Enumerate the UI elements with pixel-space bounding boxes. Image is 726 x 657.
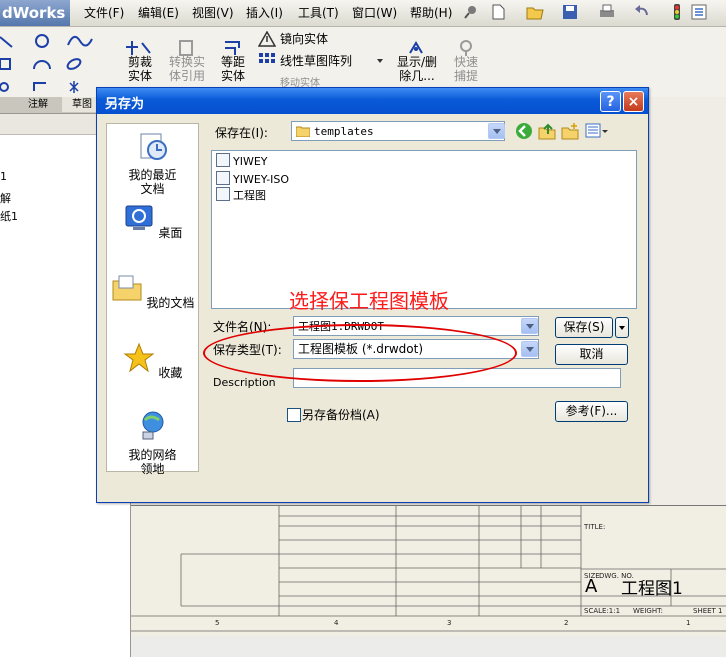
new-folder-icon[interactable] <box>561 122 579 140</box>
menu-view[interactable]: 视图(V) <box>192 4 234 22</box>
close-button[interactable]: × <box>623 91 644 112</box>
cancel-button[interactable]: 取消 <box>555 344 628 365</box>
dialog-title: 另存为 <box>105 97 145 112</box>
mirror-entities-icon[interactable] <box>258 31 276 47</box>
tab-annotate[interactable]: 注解 <box>18 97 58 112</box>
linear-pattern-icon[interactable] <box>258 52 276 68</box>
undo-icon[interactable] <box>633 3 651 21</box>
menu-edit[interactable]: 编辑(E) <box>138 4 179 22</box>
list-item[interactable]: YIWEY-ISO <box>216 171 289 187</box>
sheet-name: 工程图1 <box>621 579 683 599</box>
zone-number: 2 <box>564 619 569 627</box>
network-places-icon <box>142 411 163 440</box>
menu-insert[interactable]: 插入(I) <box>246 4 283 22</box>
place-my-documents[interactable]: 我的文档 <box>107 272 198 310</box>
filename-dropdown-icon[interactable] <box>521 318 538 334</box>
places-bar: 我的最近文档 桌面 我的文档 收藏 我的网络领地 <box>106 123 199 476</box>
zone-number: 1 <box>686 619 691 627</box>
drawing-sheet: TITLE: SIZE DWG. NO. A 工程图1 SCALE:1:1 WE… <box>131 505 726 636</box>
quick-snap-button[interactable]: 快速捕提 <box>444 55 488 83</box>
folder-icon <box>295 126 311 138</box>
description-label: Description <box>213 376 276 389</box>
title-block-grid-icon <box>131 506 726 632</box>
save-options-button[interactable] <box>615 317 629 338</box>
drawing-template-file-icon <box>216 153 230 167</box>
sheet-number-label: SHEET 1 <box>693 607 723 615</box>
my-documents-icon <box>112 275 142 301</box>
annotation-text: 选择保工程图模板 <box>289 289 449 313</box>
pushpin-icon[interactable] <box>462 3 480 21</box>
dialog-title-bar[interactable]: 另存为 ? × <box>97 88 648 114</box>
save-options-dropdown-icon <box>619 326 625 330</box>
linear-pattern-button[interactable]: 线性草图阵列 <box>280 54 352 68</box>
filetype-dropdown-icon[interactable] <box>521 341 538 357</box>
desktop-icon <box>125 205 153 230</box>
drawing-template-file-icon <box>216 187 230 201</box>
convert-entities-button[interactable]: 转换实体引用 <box>167 55 207 83</box>
menu-tools[interactable]: 工具(T) <box>298 4 339 22</box>
save-in-dropdown-icon[interactable] <box>488 123 505 139</box>
place-desktop[interactable]: 桌面 <box>107 202 198 240</box>
tree-item[interactable]: 1 <box>0 170 7 183</box>
display-delete-relations-button[interactable]: 显示/删除几... <box>395 55 439 83</box>
annotation-highlight-ellipse <box>203 324 517 382</box>
favorites-star-icon <box>123 342 155 373</box>
app-logo: dWorks <box>0 0 70 26</box>
trim-entities-button[interactable]: 剪裁实体 <box>120 55 160 83</box>
place-network[interactable]: 我的网络领地 <box>107 410 198 476</box>
references-button[interactable]: 参考(F)... <box>555 401 628 422</box>
tree-item[interactable]: 纸1 <box>0 208 18 224</box>
tree-item[interactable]: 解 <box>0 190 11 206</box>
back-icon[interactable] <box>515 122 533 140</box>
help-button[interactable]: ? <box>600 91 621 112</box>
save-in-dropdown[interactable]: templates <box>291 121 505 141</box>
new-document-icon[interactable] <box>489 3 507 21</box>
weight-label: WEIGHT: <box>633 607 663 615</box>
list-item[interactable]: YIWEY <box>216 153 268 169</box>
menu-window[interactable]: 窗口(W) <box>352 4 397 22</box>
save-icon[interactable] <box>561 3 579 21</box>
save-in-label: 保存在(I): <box>215 126 268 140</box>
drawing-sheet-right <box>646 97 726 507</box>
traffic-light-icon[interactable] <box>668 3 686 21</box>
sketch-tools-icon[interactable] <box>0 31 100 93</box>
views-menu-icon[interactable] <box>585 122 609 140</box>
up-folder-icon[interactable] <box>538 122 556 140</box>
place-recent-documents[interactable]: 我的最近文档 <box>107 130 198 196</box>
offset-entities-button[interactable]: 等距实体 <box>213 55 253 83</box>
save-backup-checkbox[interactable] <box>287 408 301 422</box>
mirror-entities-button[interactable]: 镜向实体 <box>280 32 328 46</box>
recent-documents-icon <box>140 133 167 160</box>
save-backup-label: 另存备份档(A) <box>302 408 380 422</box>
size-letter: A <box>585 576 598 597</box>
zone-number: 5 <box>215 619 220 627</box>
drawing-template-file-icon <box>216 171 230 185</box>
menu-file[interactable]: 文件(F) <box>84 4 124 22</box>
zone-number: 4 <box>334 619 339 627</box>
title-label: TITLE: <box>584 523 606 531</box>
place-favorites[interactable]: 收藏 <box>107 342 198 380</box>
menu-bar: dWorks 文件(F) 编辑(E) 视图(V) 插入(I) 工具(T) 窗口(… <box>0 0 726 27</box>
list-item[interactable]: 工程图 <box>216 187 266 203</box>
zone-number: 3 <box>447 619 452 627</box>
options-icon[interactable] <box>690 3 708 21</box>
linear-pattern-dropdown-icon[interactable] <box>377 59 383 63</box>
open-folder-icon[interactable] <box>526 3 544 21</box>
save-button[interactable]: 保存(S) <box>555 317 613 338</box>
print-icon[interactable] <box>598 3 616 21</box>
scale-label: SCALE:1:1 <box>584 607 621 615</box>
menu-help[interactable]: 帮助(H) <box>410 4 452 22</box>
